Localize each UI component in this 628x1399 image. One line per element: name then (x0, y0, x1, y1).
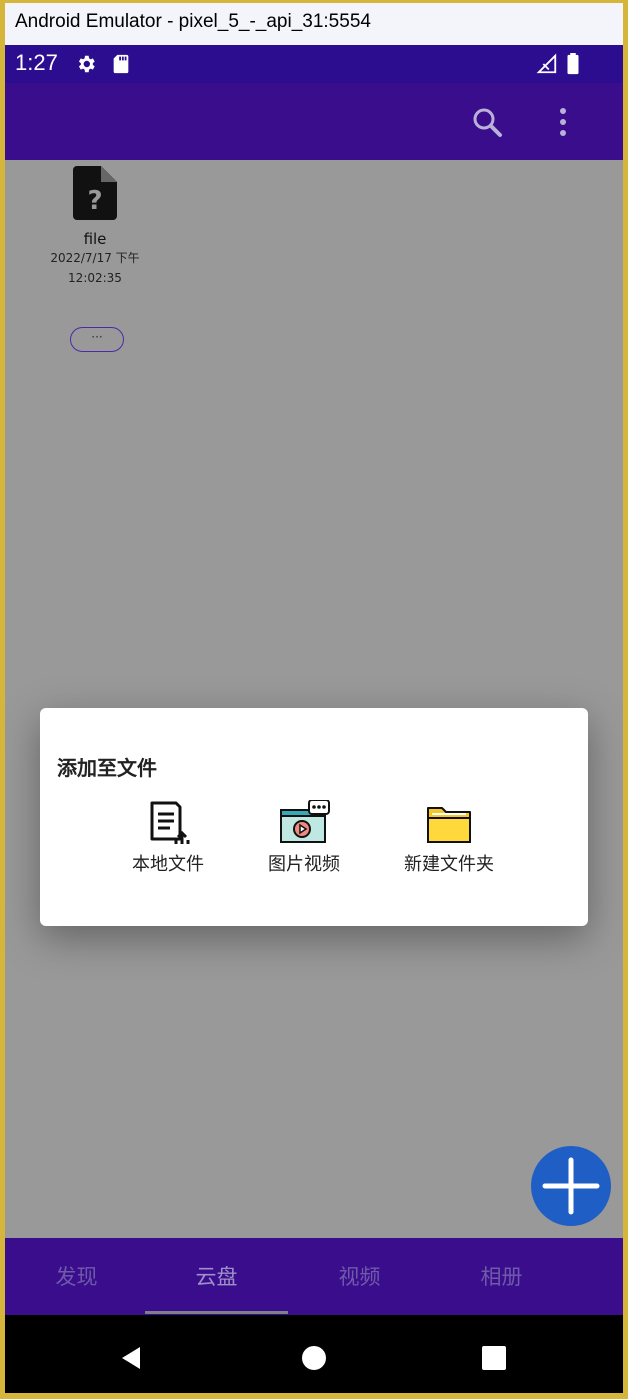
status-time: 1:27 (15, 50, 58, 75)
more-vert-icon[interactable] (542, 101, 584, 143)
status-bar: 1:27 (5, 45, 623, 83)
photo-video-option[interactable]: 图片视频 (263, 799, 345, 876)
local-file-option[interactable]: 本地文件 (128, 800, 208, 876)
new-folder-label: 新建文件夹 (404, 854, 494, 875)
plus-icon (542, 1157, 600, 1215)
svg-text:?: ? (87, 186, 102, 216)
emulator-window: Android Emulator - pixel_5_-_api_31:5554… (0, 0, 628, 1399)
settings-icon (78, 55, 95, 73)
file-list-area: ? file 2022/7/17 下午 12:02:35 ··· 添加至文件 本… (5, 160, 623, 1238)
file-more-button[interactable]: ··· (70, 327, 124, 352)
unknown-file-icon: ? (73, 166, 117, 220)
nav-video[interactable]: 视频 (288, 1238, 431, 1315)
recents-icon[interactable] (481, 1345, 507, 1371)
device-screen: 1:27 ? file 2022/7/17 下午 12:02:35 ··· 添加… (5, 45, 623, 1393)
system-navigation-bar (5, 1321, 623, 1393)
add-fab-button[interactable] (531, 1146, 611, 1226)
new-folder-icon (427, 807, 471, 843)
battery-icon (567, 53, 579, 75)
home-icon[interactable] (301, 1345, 327, 1371)
file-name: file (83, 230, 107, 248)
add-to-file-dialog: 添加至文件 本地文件 图片视频 新建文件夹 (40, 708, 588, 926)
file-date: 2022/7/17 下午 (50, 251, 140, 265)
window-titlebar: Android Emulator - pixel_5_-_api_31:5554 (5, 3, 623, 45)
photo-video-icon (280, 799, 330, 843)
app-bar (5, 83, 623, 160)
local-file-upload-icon (150, 801, 190, 844)
file-time: 12:02:35 (68, 271, 122, 285)
signal-icon (536, 53, 557, 74)
local-file-label: 本地文件 (132, 854, 204, 875)
bottom-navigation: 发现 云盘 视频 相册 (5, 1238, 623, 1315)
dialog-title: 添加至文件 (57, 756, 157, 780)
search-icon[interactable] (466, 101, 508, 143)
sd-card-icon (113, 54, 129, 74)
file-item[interactable]: ? file 2022/7/17 下午 12:02:35 (45, 166, 145, 288)
photo-video-label: 图片视频 (268, 854, 340, 875)
nav-album[interactable]: 相册 (430, 1238, 573, 1315)
nav-cloud-disk[interactable]: 云盘 (145, 1238, 288, 1315)
back-icon[interactable] (118, 1345, 144, 1371)
nav-discover[interactable]: 发现 (5, 1238, 148, 1315)
nav-active-indicator (145, 1311, 288, 1314)
window-title: Android Emulator - pixel_5_-_api_31:5554 (15, 11, 371, 32)
new-folder-option[interactable]: 新建文件夹 (397, 800, 501, 876)
